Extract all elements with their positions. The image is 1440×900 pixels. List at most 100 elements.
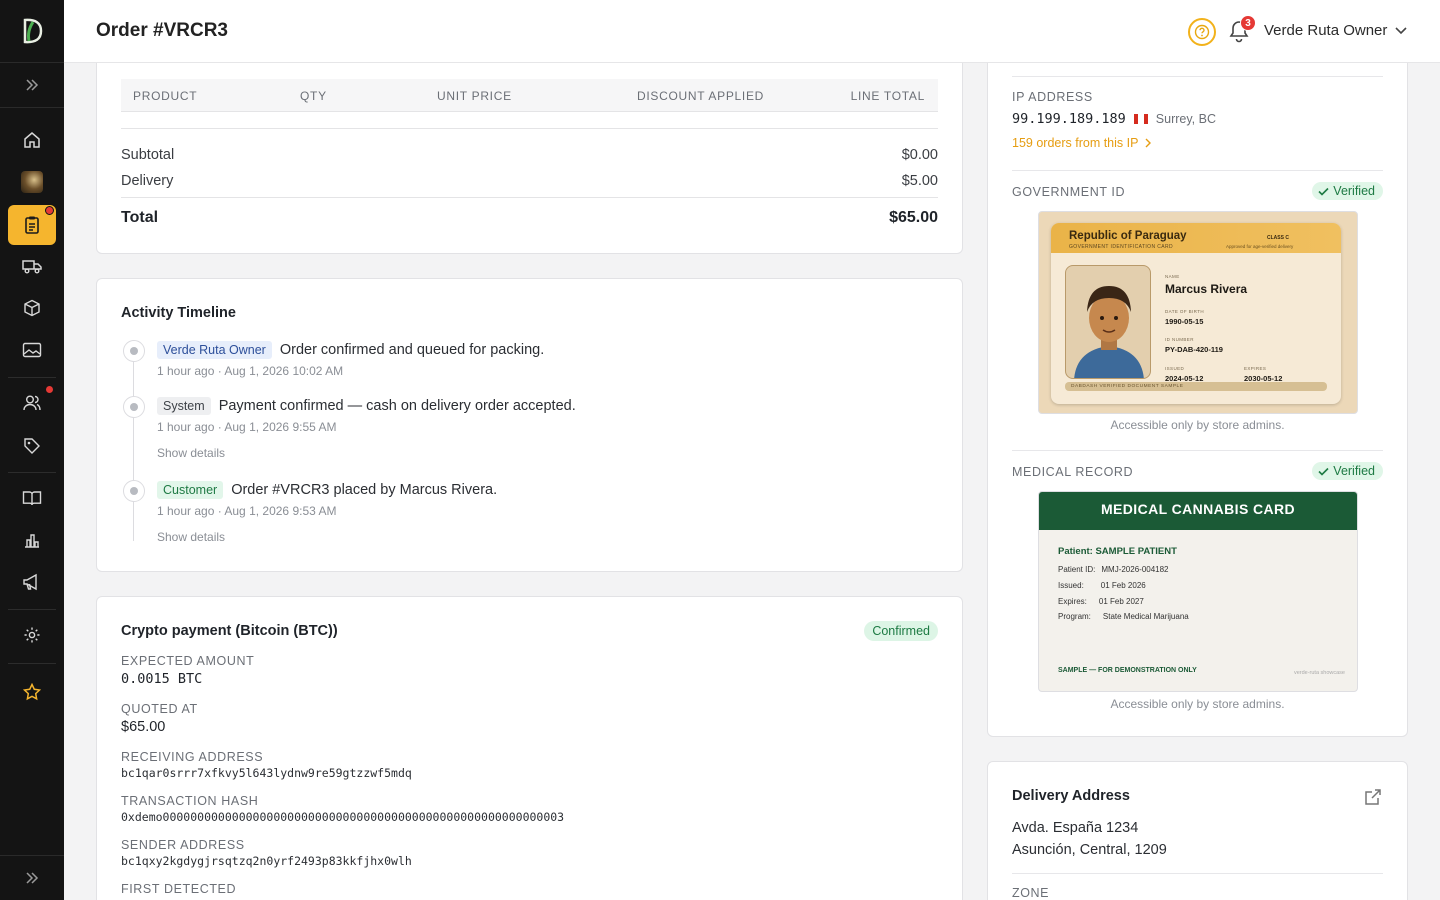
total-divider: [121, 197, 938, 198]
sidebar-item-delivery[interactable]: [8, 246, 56, 286]
medical-expires-label: Expires:: [1058, 597, 1087, 606]
sidebar-item-catalog[interactable]: [8, 478, 56, 518]
show-details-link[interactable]: Show details: [157, 530, 225, 544]
event-time: 1 hour ago · Aug 1, 2026 9:55 AM: [157, 420, 337, 434]
activity-timeline-card: Activity Timeline Verde Ruta Owner Order…: [96, 278, 963, 572]
id-dob-label: DATE OF BIRTH: [1165, 309, 1205, 314]
delivery-row: Delivery $5.00: [121, 173, 938, 189]
chevron-down-icon: [1395, 26, 1407, 34]
sidebar-item-home[interactable]: [8, 120, 56, 160]
delivery-value: $5.00: [901, 173, 938, 189]
double-chevron-right-icon: [26, 79, 39, 91]
crypto-title: Crypto payment (Bitcoin (BTC)): [121, 623, 338, 639]
transaction-hash[interactable]: 0xdemo0000000000000000000000000000000000…: [121, 810, 564, 824]
portrait-illustration: [1074, 286, 1144, 378]
col-product: PRODUCT: [133, 89, 198, 103]
medical-issued: 01 Feb 2026: [1100, 581, 1146, 590]
id-note: Approved for age-verified delivery: [1226, 244, 1294, 249]
government-id-image[interactable]: Republic of Paraguay GOVERNMENT IDENTIFI…: [1038, 211, 1358, 414]
sidebar-divider: [8, 609, 56, 610]
subtotal-label: Subtotal: [121, 147, 175, 163]
check-icon: [1318, 467, 1329, 476]
order-items-card: PRODUCT QTY UNIT PRICE DISCOUNT APPLIED …: [96, 40, 963, 254]
medical-footer: SAMPLE — FOR DEMONSTRATION ONLY: [1058, 667, 1197, 674]
col-discount: DISCOUNT APPLIED: [637, 89, 765, 103]
sidebar-collapse-toggle[interactable]: [0, 855, 64, 900]
timeline-dot: [123, 396, 145, 418]
zone-label: ZONE: [1012, 886, 1050, 900]
user-menu[interactable]: Verde Ruta Owner: [1264, 22, 1407, 39]
sidebar-item-marketing[interactable]: [8, 562, 56, 602]
sidebar-item-media[interactable]: [8, 330, 56, 370]
id-card: Republic of Paraguay GOVERNMENT IDENTIFI…: [1051, 223, 1341, 404]
delivery-title: Delivery Address: [1012, 788, 1130, 804]
receiving-address[interactable]: bc1qar0srrr7xfkvy5l643lydnw9re59gtzzwf5m…: [121, 766, 412, 780]
gear-icon: [24, 627, 40, 643]
notification-count-badge: 3: [1240, 15, 1256, 31]
medical-expires-row: Expires: 01 Feb 2027: [1058, 597, 1144, 606]
canada-flag-icon: [1133, 114, 1148, 124]
hash-label: TRANSACTION HASH: [121, 794, 259, 808]
event-time: 1 hour ago · Aug 1, 2026 9:53 AM: [157, 504, 337, 518]
gov-id-verified-badge: Verified: [1312, 182, 1383, 200]
section-divider: [1012, 76, 1383, 77]
customers-notification-dot: [45, 385, 54, 394]
notifications-button[interactable]: 3: [1228, 15, 1256, 45]
ip-orders-link[interactable]: 159 orders from this IP: [1012, 136, 1152, 150]
items-table-header: PRODUCT QTY UNIT PRICE DISCOUNT APPLIED …: [121, 79, 938, 112]
id-name: Marcus Rivera: [1165, 282, 1248, 296]
check-icon: [1318, 187, 1329, 196]
external-link-icon: [1365, 789, 1381, 805]
medical-issued-row: Issued: 01 Feb 2026: [1058, 581, 1146, 590]
sender-address[interactable]: bc1qxy2kgdygjrsqtzq2n0yrf2493p83kkfjhx0w…: [121, 854, 412, 868]
clipboard-icon: [25, 216, 39, 234]
ip-location: Surrey, BC: [1155, 112, 1216, 126]
total-label: Total: [121, 209, 159, 226]
id-issued-label: ISSUED: [1165, 366, 1185, 371]
id-country: Republic of Paraguay: [1069, 230, 1187, 242]
delivery-address-card: Delivery Address Avda. España 1234 Asunc…: [987, 761, 1408, 900]
megaphone-icon: [23, 573, 37, 591]
sidebar-item-products[interactable]: [8, 288, 56, 328]
tag-icon: [24, 438, 40, 454]
question-icon: [1194, 24, 1210, 40]
sidebar-item-promotions[interactable]: [8, 426, 56, 466]
first-detected-label: FIRST DETECTED: [121, 882, 237, 896]
image-icon: [22, 342, 42, 358]
sidebar-item-settings[interactable]: [8, 615, 56, 655]
items-divider: [121, 128, 938, 129]
ip-address: 99.199.189.189: [1012, 111, 1126, 127]
show-details-link[interactable]: Show details: [157, 446, 225, 460]
timeline-event: Verde Ruta Owner Order confirmed and que…: [157, 341, 544, 359]
timeline-line: [133, 361, 134, 541]
medical-issued-label: Issued:: [1058, 581, 1084, 590]
medical-watermark: verde-ruta showcase: [1293, 670, 1345, 676]
open-map-button[interactable]: [1364, 788, 1382, 811]
crypto-payment-card: Crypto payment (Bitcoin (BTC)) Confirmed…: [96, 596, 963, 900]
medical-patient: Patient: SAMPLE PATIENT: [1058, 546, 1177, 557]
timeline-dot: [123, 480, 145, 502]
customer-verification-card: IP ADDRESS 99.199.189.189 Surrey, BC 159…: [987, 40, 1408, 737]
sidebar-item-favorites[interactable]: [8, 672, 56, 712]
medical-card-image[interactable]: MEDICAL CANNABIS CARD Patient: SAMPLE PA…: [1038, 491, 1358, 692]
timeline-event: System Payment confirmed — cash on deliv…: [157, 397, 576, 415]
orders-notification-dot: [45, 206, 54, 215]
user-name: Verde Ruta Owner: [1264, 22, 1388, 39]
help-button[interactable]: [1188, 18, 1216, 46]
medical-patient-id-row: Patient ID: MMJ-2026-004182: [1058, 565, 1169, 574]
brand-logo[interactable]: [0, 0, 64, 63]
ip-label: IP ADDRESS: [1012, 90, 1093, 104]
sidebar-item-store[interactable]: [8, 162, 56, 202]
payment-status-badge: Confirmed: [864, 621, 938, 641]
event-text: Order #VRCR3 placed by Marcus Rivera.: [231, 482, 498, 498]
sidebar-expand-button[interactable]: [0, 63, 64, 108]
users-icon: [23, 395, 41, 411]
expected-amount: 0.0015 BTC: [121, 671, 203, 687]
star-icon: [23, 683, 41, 701]
medical-program-label: Program:: [1058, 612, 1091, 621]
sidebar-divider: [8, 663, 56, 664]
sidebar-item-analytics[interactable]: [8, 520, 56, 560]
medical-program-row: Program: State Medical Marijuana: [1058, 612, 1189, 621]
address-line2: Asunción, Central, 1209: [1012, 842, 1167, 858]
total-row: Total $65.00: [121, 209, 938, 227]
